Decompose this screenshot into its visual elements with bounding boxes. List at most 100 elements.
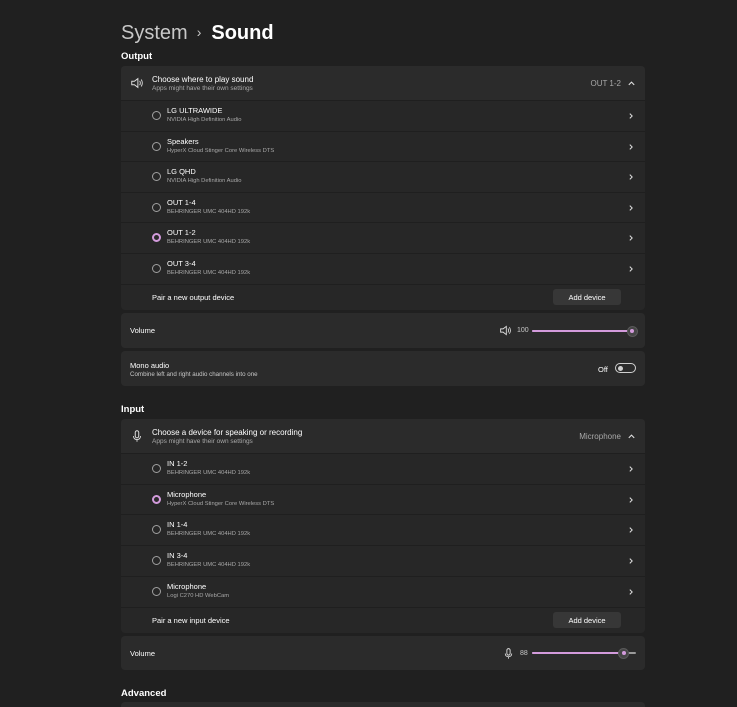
device-radio[interactable]	[152, 263, 161, 273]
chevron-right-icon	[629, 589, 633, 595]
chevron-right-icon	[629, 113, 633, 119]
chevron-right-icon	[629, 496, 633, 503]
input-volume-thumb[interactable]	[618, 647, 630, 659]
device-name: OUT 1-4	[167, 197, 196, 207]
input-section-title: Input	[121, 404, 145, 415]
microphone-icon[interactable]	[502, 647, 515, 660]
device-driver: BEHRINGER UMC 404HD 192k	[167, 208, 251, 215]
input-device-card: Choose a device for speaking or recordin…	[121, 419, 645, 633]
device-row[interactable]: Speakers HyperX Cloud Stinger Core Wirele…	[121, 130, 645, 162]
device-radio[interactable]	[152, 202, 161, 212]
device-name: LG QHD	[167, 167, 196, 176]
chevron-right-icon	[629, 558, 633, 564]
chevron-right-icon	[629, 527, 633, 534]
output-volume-value: 100	[517, 327, 529, 334]
device-radio[interactable]	[152, 141, 161, 151]
device-name: LG ULTRAWIDE	[167, 106, 223, 115]
mono-audio-card: Mono audio Combine left and right audio …	[121, 351, 645, 386]
device-driver: BEHRINGER UMC 404HD 192k	[167, 269, 251, 276]
device-name: OUT 1-2	[167, 228, 196, 237]
device-name: Microphone	[167, 581, 207, 591]
speaker-icon[interactable]	[499, 324, 512, 337]
device-driver: BEHRINGER UMC 404HD 192k	[167, 470, 251, 476]
device-row[interactable]: IN 1-2 BEHRINGER UMC 404HD 192k	[121, 453, 645, 485]
device-row[interactable]: Microphone HyperX Cloud Stinger Core Wire…	[121, 483, 645, 516]
input-header-title: Choose a device for speaking or recordin…	[152, 428, 303, 437]
device-radio[interactable]	[152, 111, 161, 120]
pair-output-row: Pair a new output device Add device	[121, 284, 645, 310]
device-driver: HyperX Cloud Stinger Core Wireless DTS	[167, 147, 275, 154]
device-driver: BEHRINGER UMC 404HD 192k	[167, 239, 251, 245]
output-section-title: Output	[121, 51, 153, 62]
input-volume-fill	[532, 652, 624, 654]
chevron-up-icon[interactable]	[627, 432, 636, 441]
device-radio[interactable]	[152, 556, 161, 566]
pair-input-label: Pair a new input device	[152, 616, 230, 625]
breadcrumb: System › Sound	[121, 20, 274, 46]
chevron-right-icon	[629, 204, 633, 211]
input-volume-label: Volume	[130, 649, 156, 658]
device-row[interactable]: LG QHD NVIDIA High Definition Audio	[121, 161, 645, 193]
breadcrumb-system-link[interactable]: System	[121, 22, 188, 45]
output-volume-label: Volume	[130, 326, 156, 335]
advanced-card-edge	[121, 702, 645, 707]
output-selected-device: OUT 1-2	[590, 79, 621, 88]
chevron-right-icon	[629, 466, 633, 472]
device-row[interactable]: OUT 3-4 BEHRINGER UMC 404HD 192k	[121, 252, 645, 284]
pair-input-row: Pair a new input device Add device	[121, 607, 645, 633]
output-volume-fill	[532, 330, 632, 332]
page-title: Sound	[211, 21, 274, 44]
chevron-right-icon	[629, 235, 633, 241]
input-volume-card: Volume 88	[121, 636, 645, 670]
device-name: IN 1-4	[167, 520, 188, 530]
advanced-section-title: Advanced	[121, 688, 167, 699]
mono-audio-state: Off	[598, 365, 608, 374]
chevron-right-icon	[629, 143, 633, 150]
device-radio[interactable]	[152, 494, 161, 504]
mono-audio-title: Mono audio	[130, 361, 170, 370]
device-name: Speakers	[167, 136, 199, 146]
pair-output-label: Pair a new output device	[152, 293, 235, 302]
device-driver: NVIDIA High Definition Audio	[167, 178, 242, 184]
device-driver: Logi C270 HD WebCam	[167, 592, 230, 599]
device-row[interactable]: OUT 1-2 BEHRINGER UMC 404HD 192k	[121, 222, 645, 254]
chevron-right-icon	[629, 265, 633, 272]
mono-audio-toggle[interactable]	[615, 363, 636, 373]
microphone-icon	[133, 430, 141, 442]
input-header-subtitle: Apps might have their own settings	[152, 438, 253, 445]
breadcrumb-separator: ›	[196, 24, 202, 40]
device-driver: BEHRINGER UMC 404HD 192k	[167, 531, 251, 538]
output-volume-thumb[interactable]	[626, 325, 638, 337]
chevron-right-icon	[629, 174, 633, 180]
input-selected-device: Microphone	[579, 432, 621, 441]
output-device-card: Choose where to play sound Apps might ha…	[121, 66, 645, 310]
device-row[interactable]: LG ULTRAWIDE NVIDIA High Definition Audio	[121, 100, 645, 132]
output-device-header[interactable]: Choose where to play sound Apps might ha…	[121, 66, 645, 100]
device-radio[interactable]	[152, 233, 161, 242]
device-radio[interactable]	[152, 586, 161, 596]
output-volume-card: Volume 100	[121, 313, 645, 348]
mono-audio-subtitle: Combine left and right audio channels in…	[130, 371, 258, 378]
device-row[interactable]: OUT 1-4 BEHRINGER UMC 404HD 192k	[121, 191, 645, 223]
add-input-device-button[interactable]: Add device	[553, 612, 621, 628]
device-name: Microphone	[167, 489, 207, 499]
device-radio[interactable]	[152, 172, 161, 181]
input-volume-value: 88	[520, 650, 528, 657]
device-driver: NVIDIA High Definition Audio	[167, 117, 242, 123]
device-name: OUT 3-4	[167, 258, 196, 268]
device-row[interactable]: IN 1-4 BEHRINGER UMC 404HD 192k	[121, 514, 645, 547]
toggle-knob	[618, 366, 623, 371]
device-row[interactable]: IN 3-4 BEHRINGER UMC 404HD 192k	[121, 545, 645, 577]
add-output-device-button[interactable]: Add device	[553, 289, 621, 305]
device-radio[interactable]	[152, 525, 161, 535]
output-header-subtitle: Apps might have their own settings	[152, 85, 253, 92]
chevron-up-icon[interactable]	[627, 79, 636, 88]
input-device-header[interactable]: Choose a device for speaking or recordin…	[121, 419, 645, 453]
speaker-icon	[131, 77, 143, 89]
device-radio[interactable]	[152, 464, 161, 473]
device-name: IN 1-2	[167, 459, 188, 468]
device-name: IN 3-4	[167, 551, 188, 561]
device-row[interactable]: Microphone Logi C270 HD WebCam	[121, 575, 645, 608]
output-header-title: Choose where to play sound	[152, 75, 254, 84]
device-driver: HyperX Cloud Stinger Core Wireless DTS	[167, 500, 275, 507]
